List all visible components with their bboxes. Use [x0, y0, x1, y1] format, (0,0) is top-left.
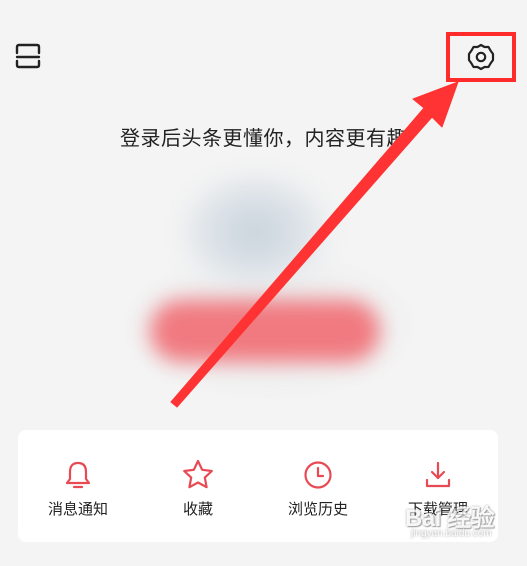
quick-menu-card: 消息通知 收藏 浏览历史 下载管理 — [18, 430, 498, 542]
menu-item-label: 下载管理 — [407, 500, 468, 518]
download-icon — [425, 461, 451, 488]
login-prompt-text: 登录后头条更懂你，内容更有趣 — [120, 126, 407, 150]
menu-item-label: 消息通知 — [47, 500, 108, 518]
menu-item-notifications[interactable]: 消息通知 — [18, 430, 138, 542]
avatar[interactable] — [180, 172, 330, 292]
star-icon — [183, 459, 213, 489]
settings-button[interactable] — [446, 32, 516, 82]
menu-item-label: 浏览历史 — [287, 500, 348, 518]
menu-item-label: 收藏 — [182, 500, 213, 518]
scan-icon — [15, 43, 41, 69]
menu-item-favorites[interactable]: 收藏 — [138, 430, 258, 542]
clock-icon — [304, 461, 332, 489]
profile-screen: 登录后头条更懂你，内容更有趣 消息通知 收藏 浏览历史 下载管理 Bai 经验 … — [0, 0, 527, 566]
gear-icon — [467, 43, 495, 71]
scan-button[interactable] — [12, 40, 44, 72]
menu-item-history[interactable]: 浏览历史 — [258, 430, 378, 542]
menu-item-downloads[interactable]: 下载管理 — [378, 430, 498, 542]
bell-icon — [65, 461, 91, 489]
login-button[interactable] — [150, 300, 380, 362]
